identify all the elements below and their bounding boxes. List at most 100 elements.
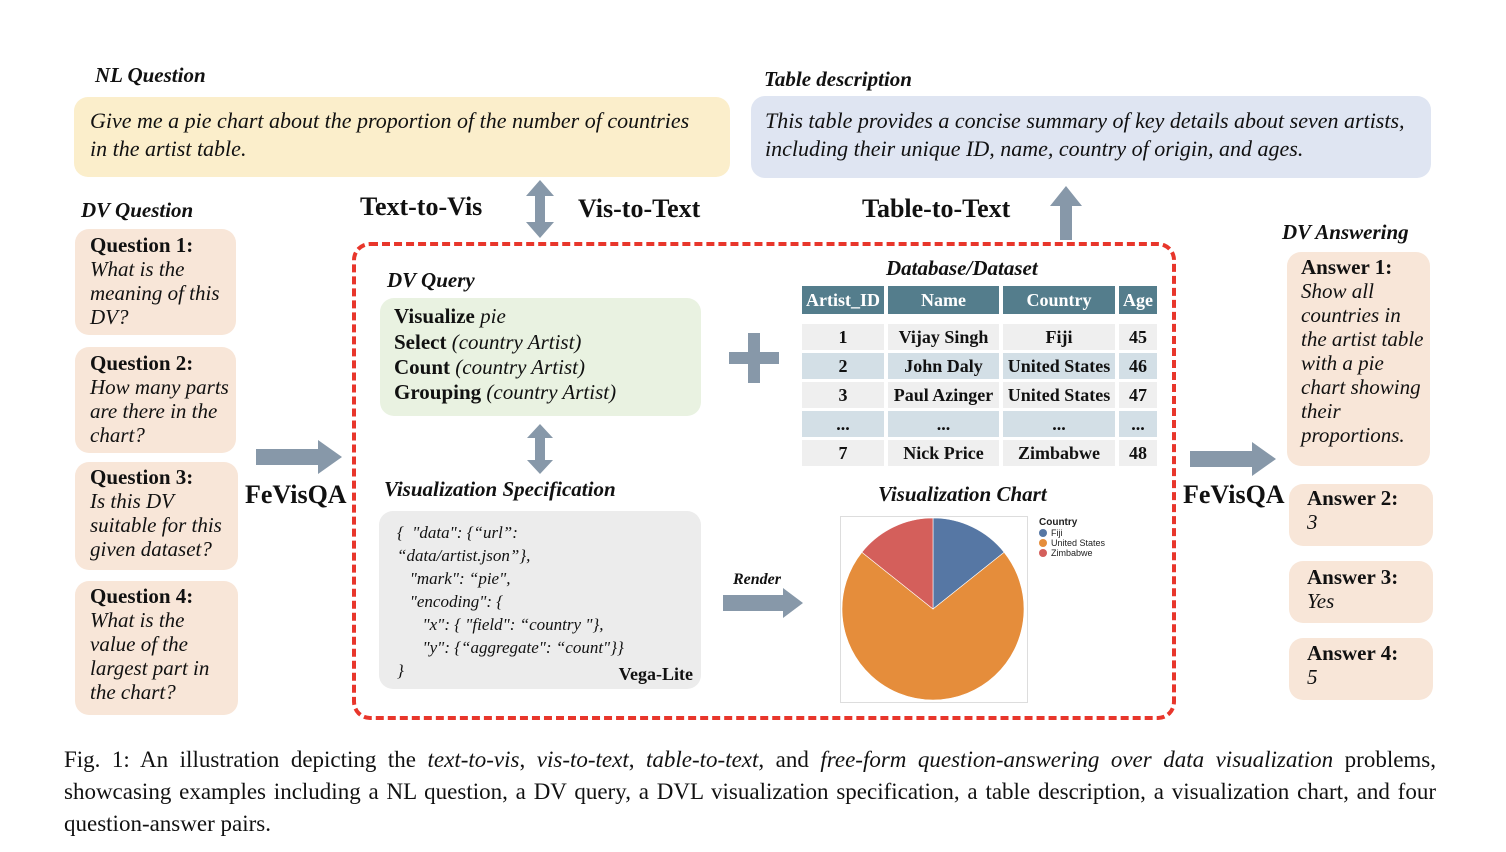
plus-icon — [729, 333, 779, 383]
cell: Zimbabwe — [1003, 440, 1115, 466]
cell: Fiji — [1003, 324, 1115, 350]
question-3-text: Is this DV suitable for this given datas… — [90, 489, 222, 561]
question-3-box: Question 3: Is this DV suitable for this… — [75, 462, 238, 570]
dv-query-title: DV Query — [387, 268, 475, 292]
cell: United States — [1003, 382, 1115, 408]
answer-3-box: Answer 3: Yes — [1289, 561, 1433, 623]
pie-chart — [841, 517, 1025, 701]
answer-2-box: Answer 2: 3 — [1289, 484, 1433, 546]
answer-1-text: Show all countries in the artist table w… — [1301, 279, 1424, 447]
question-2-label: Question 2: — [90, 351, 194, 375]
double-arrow-vertical-icon — [526, 180, 554, 238]
question-2-text: How many parts are there in the chart? — [90, 375, 229, 447]
query-line: Count (country Artist) — [394, 355, 585, 379]
cell: 3 — [802, 382, 884, 408]
vis-spec-title: Visualization Specification — [384, 477, 616, 501]
figure-caption: Fig. 1: An illustration depicting the te… — [64, 747, 1437, 836]
cell: United States — [1003, 353, 1115, 379]
nl-question-box: Give me a pie chart about the proportion… — [74, 97, 730, 177]
legend-item: United States — [1039, 538, 1105, 548]
right-arrow-icon — [256, 440, 342, 474]
cell: 7 — [802, 440, 884, 466]
table-to-text-label: Table-to-Text — [862, 194, 1011, 223]
fevisqa-right-label: FeVisQA — [1183, 480, 1285, 509]
nl-question-text: Give me a pie chart about the proportion… — [90, 108, 690, 161]
col-header-country: Country — [1003, 286, 1115, 314]
dv-answering-title: DV Answering — [1282, 220, 1409, 244]
question-1-text: What is the meaning of this DV? — [90, 257, 220, 329]
question-4-label: Question 4: — [90, 584, 194, 608]
fevisqa-left-label: FeVisQA — [245, 480, 347, 509]
legend-title: Country — [1039, 517, 1078, 528]
render-arrow-icon — [723, 588, 803, 618]
cell: 45 — [1119, 324, 1157, 350]
table-row: 2 John Daly United States 46 — [802, 353, 1157, 379]
cell: ... — [1003, 411, 1115, 437]
table-row: ... ... ... ... — [802, 411, 1157, 437]
spec-line: "y": {“aggregate": “count"}} — [397, 638, 624, 657]
answer-4-box: Answer 4: 5 — [1289, 638, 1433, 700]
dv-query-box: Visualize pie Select (country Artist) Co… — [380, 298, 701, 416]
legend-swatch — [1039, 529, 1047, 537]
pie-chart-frame — [840, 516, 1028, 703]
answer-2-label: Answer 2: — [1307, 486, 1399, 510]
table-description-text: This table provides a concise summary of… — [765, 108, 1405, 161]
chart-legend: Country Fiji United States Zimbabwe — [1039, 517, 1105, 558]
cell: 47 — [1119, 382, 1157, 408]
vis-to-text-label: Vis-to-Text — [578, 194, 701, 223]
table-description-title: Table description — [764, 67, 912, 91]
question-3-label: Question 3: — [90, 465, 194, 489]
query-line: Select (country Artist) — [394, 330, 582, 354]
render-label: Render — [733, 571, 781, 588]
spec-line: } — [397, 661, 404, 680]
table-row: 1 Vijay Singh Fiji 45 — [802, 324, 1157, 350]
legend-label: Zimbabwe — [1051, 548, 1093, 558]
spec-line: "encoding": { — [397, 592, 504, 611]
dv-question-title: DV Question — [81, 198, 194, 222]
cell: Nick Price — [888, 440, 999, 466]
database-table: Artist_ID Name Country Age 1 Vijay Singh… — [798, 286, 1161, 466]
query-line: Visualize pie — [394, 304, 506, 328]
spec-line: “data/artist.json”}, — [397, 546, 531, 565]
answer-4-text: 5 — [1307, 665, 1318, 689]
col-header-name: Name — [888, 286, 999, 314]
question-4-box: Question 4: What is the value of the lar… — [75, 581, 238, 715]
table-row: 7 Nick Price Zimbabwe 48 — [802, 440, 1157, 466]
col-header-age: Age — [1119, 286, 1157, 314]
spec-line: { "data": {“url”: — [397, 523, 518, 542]
legend-swatch — [1039, 549, 1047, 557]
question-1-box: Question 1: What is the meaning of this … — [75, 229, 236, 335]
cell: Paul Azinger — [888, 382, 999, 408]
table-row: 3 Paul Azinger United States 47 — [802, 382, 1157, 408]
text-to-vis-label: Text-to-Vis — [360, 192, 483, 221]
question-4-text: What is the value of the largest part in… — [90, 608, 210, 704]
database-title: Database/Dataset — [886, 256, 1038, 280]
double-arrow-vertical-small-icon — [527, 424, 553, 474]
vega-lite-label: Vega-Lite — [618, 664, 693, 684]
answer-1-label: Answer 1: — [1301, 255, 1393, 279]
legend-label: United States — [1051, 538, 1106, 548]
nl-question-title: NL Question — [95, 63, 206, 87]
legend-item: Zimbabwe — [1039, 548, 1105, 558]
up-arrow-icon — [1050, 186, 1082, 240]
legend-swatch — [1039, 539, 1047, 547]
legend-label: Fiji — [1051, 528, 1063, 538]
vis-chart-title: Visualization Chart — [878, 482, 1047, 506]
answer-3-label: Answer 3: — [1307, 565, 1399, 589]
cell: ... — [802, 411, 884, 437]
answer-4-label: Answer 4: — [1307, 641, 1399, 665]
answer-1-box: Answer 1: Show all countries in the arti… — [1287, 252, 1430, 466]
col-header-artist-id: Artist_ID — [802, 286, 884, 314]
cell: 46 — [1119, 353, 1157, 379]
cell: John Daly — [888, 353, 999, 379]
table-description-box: This table provides a concise summary of… — [751, 96, 1431, 178]
right-arrow-icon — [1190, 442, 1276, 476]
cell: 1 — [802, 324, 884, 350]
vis-spec-box: { "data": {“url”: “data/artist.json”}, "… — [379, 511, 701, 689]
cell: ... — [888, 411, 999, 437]
question-1-label: Question 1: — [90, 233, 194, 257]
cell: ... — [1119, 411, 1157, 437]
legend-item: Fiji — [1039, 528, 1105, 538]
query-line: Grouping (country Artist) — [394, 380, 617, 404]
question-2-box: Question 2: How many parts are there in … — [75, 347, 236, 453]
